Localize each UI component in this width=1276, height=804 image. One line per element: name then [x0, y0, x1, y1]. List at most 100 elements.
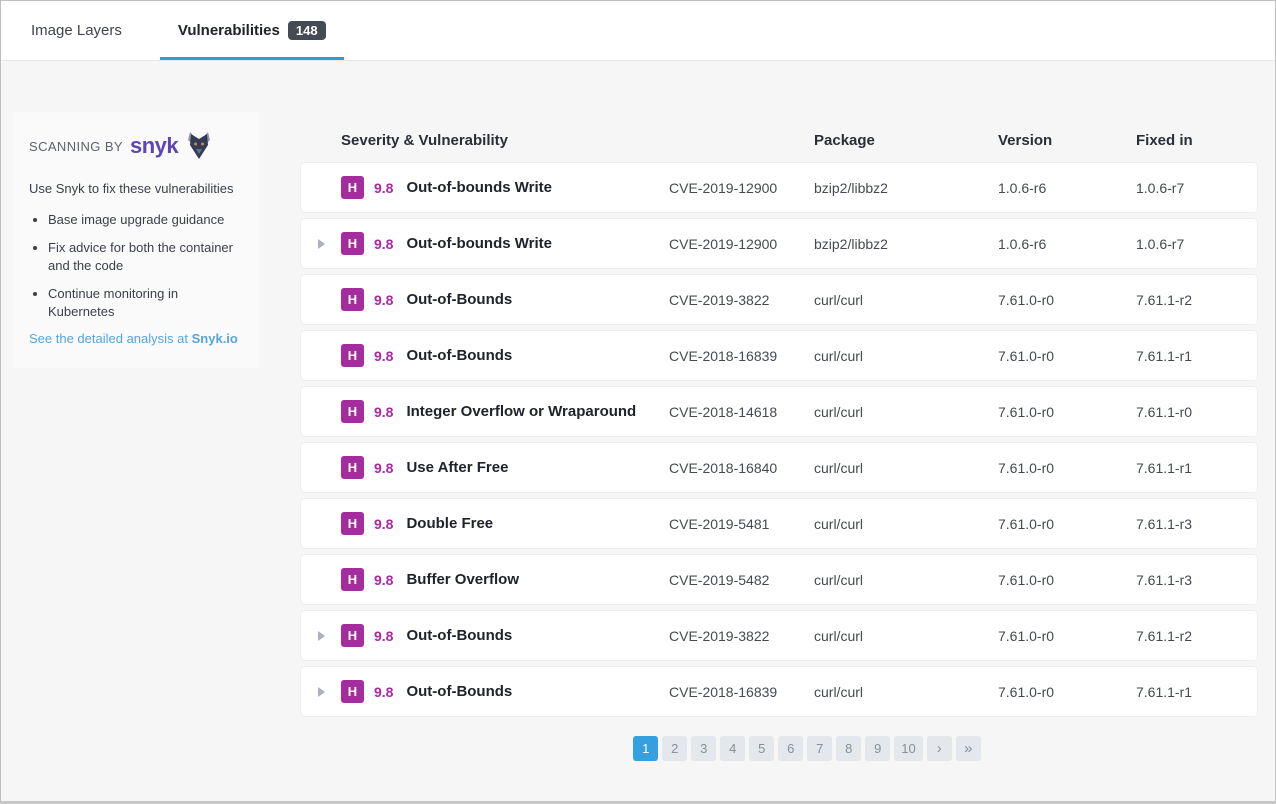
app-window: Image Layers Vulnerabilities 148 SCANNIN… — [0, 0, 1276, 804]
table-row[interactable]: H 9.8 Out-of-Bounds CVE-2019-3822 curl/c… — [301, 611, 1257, 660]
last-page-button[interactable]: » — [956, 736, 981, 761]
severity-badge: H — [341, 624, 364, 647]
package-cell: curl/curl — [814, 628, 998, 644]
fixed-in-cell: 7.61.1-r2 — [1136, 292, 1257, 308]
table-row[interactable]: H 9.8 Out-of-Bounds CVE-2019-3822 curl/c… — [301, 275, 1257, 324]
tab-image-layers[interactable]: Image Layers — [31, 1, 122, 60]
snyk-dog-icon — [187, 132, 211, 160]
double-chevron-right-icon: » — [964, 740, 972, 757]
table-row[interactable]: H 9.8 Integer Overflow or Wraparound CVE… — [301, 387, 1257, 436]
snyk-panel: SCANNING BY snyk Use Snyk to fix these v… — [13, 112, 259, 368]
expand-icon[interactable] — [318, 687, 325, 697]
tab-label: Image Layers — [31, 22, 122, 39]
cvss-score: 9.8 — [374, 404, 393, 420]
scanning-by-label: SCANNING BY — [29, 139, 123, 154]
version-cell: 7.61.0-r0 — [998, 404, 1136, 420]
page-button-10[interactable]: 10 — [894, 736, 922, 761]
version-cell: 7.61.0-r0 — [998, 516, 1136, 532]
page-button-4[interactable]: 4 — [720, 736, 745, 761]
cve-id: CVE-2019-5481 — [669, 516, 814, 532]
severity-badge: H — [341, 568, 364, 591]
vulnerability-count-badge: 148 — [288, 21, 326, 40]
pagination: 12345678910 › » — [357, 736, 1257, 761]
cve-id: CVE-2019-12900 — [669, 180, 814, 196]
fixed-in-cell: 7.61.1-r2 — [1136, 628, 1257, 644]
fixed-in-cell: 7.61.1-r1 — [1136, 460, 1257, 476]
package-cell: curl/curl — [814, 460, 998, 476]
table-row[interactable]: H 9.8 Buffer Overflow CVE-2019-5482 curl… — [301, 555, 1257, 604]
cve-id: CVE-2018-16839 — [669, 684, 814, 700]
page-button-2[interactable]: 2 — [662, 736, 687, 761]
table-row[interactable]: H 9.8 Out-of-bounds Write CVE-2019-12900… — [301, 163, 1257, 212]
vulnerability-name: Double Free — [406, 515, 493, 532]
version-cell: 7.61.0-r0 — [998, 460, 1136, 476]
content-area: SCANNING BY snyk Use Snyk to fix these v… — [1, 61, 1275, 761]
expand-icon[interactable] — [318, 239, 325, 249]
cve-id: CVE-2019-12900 — [669, 236, 814, 252]
tab-vulnerabilities[interactable]: Vulnerabilities 148 — [160, 1, 344, 60]
vulnerability-name: Out-of-bounds Write — [406, 235, 552, 252]
table-row[interactable]: H 9.8 Out-of-bounds Write CVE-2019-12900… — [301, 219, 1257, 268]
severity-badge: H — [341, 512, 364, 535]
list-item: Fix advice for both the container and th… — [48, 239, 243, 274]
page-button-8[interactable]: 8 — [836, 736, 861, 761]
list-item: Base image upgrade guidance — [48, 211, 243, 229]
page-button-7[interactable]: 7 — [807, 736, 832, 761]
page-button-6[interactable]: 6 — [778, 736, 803, 761]
package-cell: bzip2/libbz2 — [814, 236, 998, 252]
cvss-score: 9.8 — [374, 516, 393, 532]
header-package: Package — [814, 132, 998, 149]
severity-badge: H — [341, 288, 364, 311]
page-button-9[interactable]: 9 — [865, 736, 890, 761]
vulnerability-name: Out-of-Bounds — [406, 627, 512, 644]
fixed-in-cell: 1.0.6-r7 — [1136, 180, 1257, 196]
package-cell: curl/curl — [814, 684, 998, 700]
fixed-in-cell: 7.61.1-r0 — [1136, 404, 1257, 420]
vulnerability-name: Out-of-Bounds — [406, 291, 512, 308]
package-cell: bzip2/libbz2 — [814, 180, 998, 196]
page-button-5[interactable]: 5 — [749, 736, 774, 761]
severity-badge: H — [341, 176, 364, 199]
vulnerability-table: Severity & Vulnerability Package Version… — [301, 112, 1257, 761]
version-cell: 7.61.0-r0 — [998, 348, 1136, 364]
severity-badge: H — [341, 344, 364, 367]
table-row[interactable]: H 9.8 Out-of-Bounds CVE-2018-16839 curl/… — [301, 331, 1257, 380]
cvss-score: 9.8 — [374, 292, 393, 308]
severity-badge: H — [341, 232, 364, 255]
tab-label: Vulnerabilities — [178, 22, 280, 39]
fixed-in-cell: 7.61.1-r3 — [1136, 516, 1257, 532]
header-version: Version — [998, 132, 1136, 149]
page-button-1[interactable]: 1 — [633, 736, 658, 761]
table-row[interactable]: H 9.8 Out-of-Bounds CVE-2018-16839 curl/… — [301, 667, 1257, 716]
cve-id: CVE-2019-3822 — [669, 292, 814, 308]
package-cell: curl/curl — [814, 292, 998, 308]
severity-badge: H — [341, 400, 364, 423]
table-row[interactable]: H 9.8 Use After Free CVE-2018-16840 curl… — [301, 443, 1257, 492]
cvss-score: 9.8 — [374, 180, 393, 196]
next-page-button[interactable]: › — [927, 736, 952, 761]
table-header: Severity & Vulnerability Package Version… — [301, 112, 1257, 163]
vulnerability-name: Integer Overflow or Wraparound — [406, 403, 636, 420]
version-cell: 1.0.6-r6 — [998, 180, 1136, 196]
package-cell: curl/curl — [814, 404, 998, 420]
table-body: H 9.8 Out-of-bounds Write CVE-2019-12900… — [301, 163, 1257, 716]
version-cell: 7.61.0-r0 — [998, 684, 1136, 700]
vulnerability-name: Use After Free — [406, 459, 508, 476]
cvss-score: 9.8 — [374, 460, 393, 476]
expand-icon[interactable] — [318, 631, 325, 641]
link-text: See the detailed analysis at — [29, 331, 188, 346]
snyk-benefits-list: Base image upgrade guidance Fix advice f… — [29, 211, 243, 321]
tabs-bar: Image Layers Vulnerabilities 148 — [1, 1, 1275, 61]
chevron-right-icon: › — [937, 740, 942, 757]
fixed-in-cell: 7.61.1-r1 — [1136, 684, 1257, 700]
page-button-3[interactable]: 3 — [691, 736, 716, 761]
cvss-score: 9.8 — [374, 628, 393, 644]
vulnerability-name: Out-of-bounds Write — [406, 179, 552, 196]
fixed-in-cell: 1.0.6-r7 — [1136, 236, 1257, 252]
vulnerability-name: Buffer Overflow — [406, 571, 519, 588]
snyk-analysis-link[interactable]: See the detailed analysis at Snyk.io — [29, 331, 243, 346]
fixed-in-cell: 7.61.1-r1 — [1136, 348, 1257, 364]
cve-id: CVE-2018-14618 — [669, 404, 814, 420]
table-row[interactable]: H 9.8 Double Free CVE-2019-5481 curl/cur… — [301, 499, 1257, 548]
version-cell: 1.0.6-r6 — [998, 236, 1136, 252]
